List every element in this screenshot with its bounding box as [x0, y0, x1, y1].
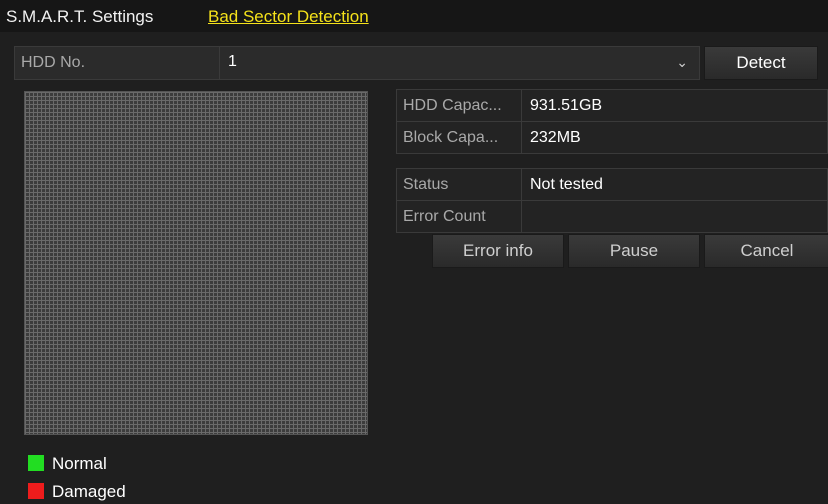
damaged-swatch-icon	[28, 483, 44, 499]
error-count-row: Error Count	[396, 200, 828, 233]
legend-damaged: Damaged	[28, 482, 126, 502]
cancel-button[interactable]: Cancel	[704, 234, 828, 268]
detect-button[interactable]: Detect	[704, 46, 818, 80]
sector-map-grid	[24, 91, 368, 435]
status-label: Status	[397, 169, 522, 200]
hdd-number-row: HDD No. 1 ⌄	[14, 46, 700, 80]
normal-swatch-icon	[28, 455, 44, 471]
hdd-number-label: HDD No.	[21, 54, 86, 71]
legend-normal-label: Normal	[52, 454, 107, 473]
pause-button[interactable]: Pause	[568, 234, 700, 268]
block-capacity-row: Block Capa... 232MB	[396, 121, 828, 154]
block-capacity-label: Block Capa...	[397, 122, 522, 153]
hdd-capacity-row: HDD Capac... 931.51GB	[396, 89, 828, 121]
status-value: Not tested	[530, 176, 603, 193]
hdd-capacity-value: 931.51GB	[530, 97, 603, 114]
block-capacity-value: 232MB	[530, 129, 581, 146]
error-count-label: Error Count	[397, 201, 522, 232]
tab-bar: S.M.A.R.T. Settings Bad Sector Detection	[0, 0, 828, 32]
chevron-down-icon: ⌄	[676, 54, 688, 70]
status-row: Status Not tested	[396, 168, 828, 200]
capacity-table: HDD Capac... 931.51GB Block Capa... 232M…	[396, 89, 828, 154]
error-info-button[interactable]: Error info	[432, 234, 564, 268]
hdd-capacity-label: HDD Capac...	[397, 90, 522, 121]
legend-damaged-label: Damaged	[52, 482, 126, 501]
hdd-number-value: 1	[228, 53, 237, 70]
tab-bad-sector-detection[interactable]: Bad Sector Detection	[208, 7, 369, 27]
legend-normal: Normal	[28, 454, 107, 474]
hdd-number-select[interactable]: 1 ⌄	[219, 47, 700, 79]
status-table: Status Not tested Error Count	[396, 168, 828, 233]
tab-smart-settings[interactable]: S.M.A.R.T. Settings	[6, 7, 153, 27]
